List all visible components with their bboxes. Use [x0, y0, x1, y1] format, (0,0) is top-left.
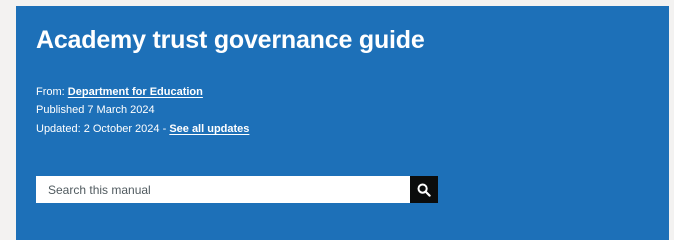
manual-header-banner: Academy trust governance guide From: Dep…: [16, 6, 669, 240]
from-line: From: Department for Education: [36, 85, 203, 99]
search-input[interactable]: [36, 176, 410, 203]
search-form: [36, 176, 438, 203]
page: Academy trust governance guide From: Dep…: [0, 0, 674, 240]
published-date: Published 7 March 2024: [36, 104, 155, 116]
organisation-link[interactable]: Department for Education: [68, 86, 203, 98]
from-label: From:: [36, 86, 65, 98]
page-title: Academy trust governance guide: [36, 26, 425, 54]
see-all-updates-link[interactable]: See all updates: [169, 123, 249, 135]
search-button[interactable]: [410, 176, 438, 203]
updated-line: Updated: 2 October 2024 - See all update…: [36, 122, 249, 136]
left-margin: [0, 0, 16, 240]
search-icon: [417, 183, 431, 197]
updated-date: Updated: 2 October 2024 -: [36, 123, 167, 135]
